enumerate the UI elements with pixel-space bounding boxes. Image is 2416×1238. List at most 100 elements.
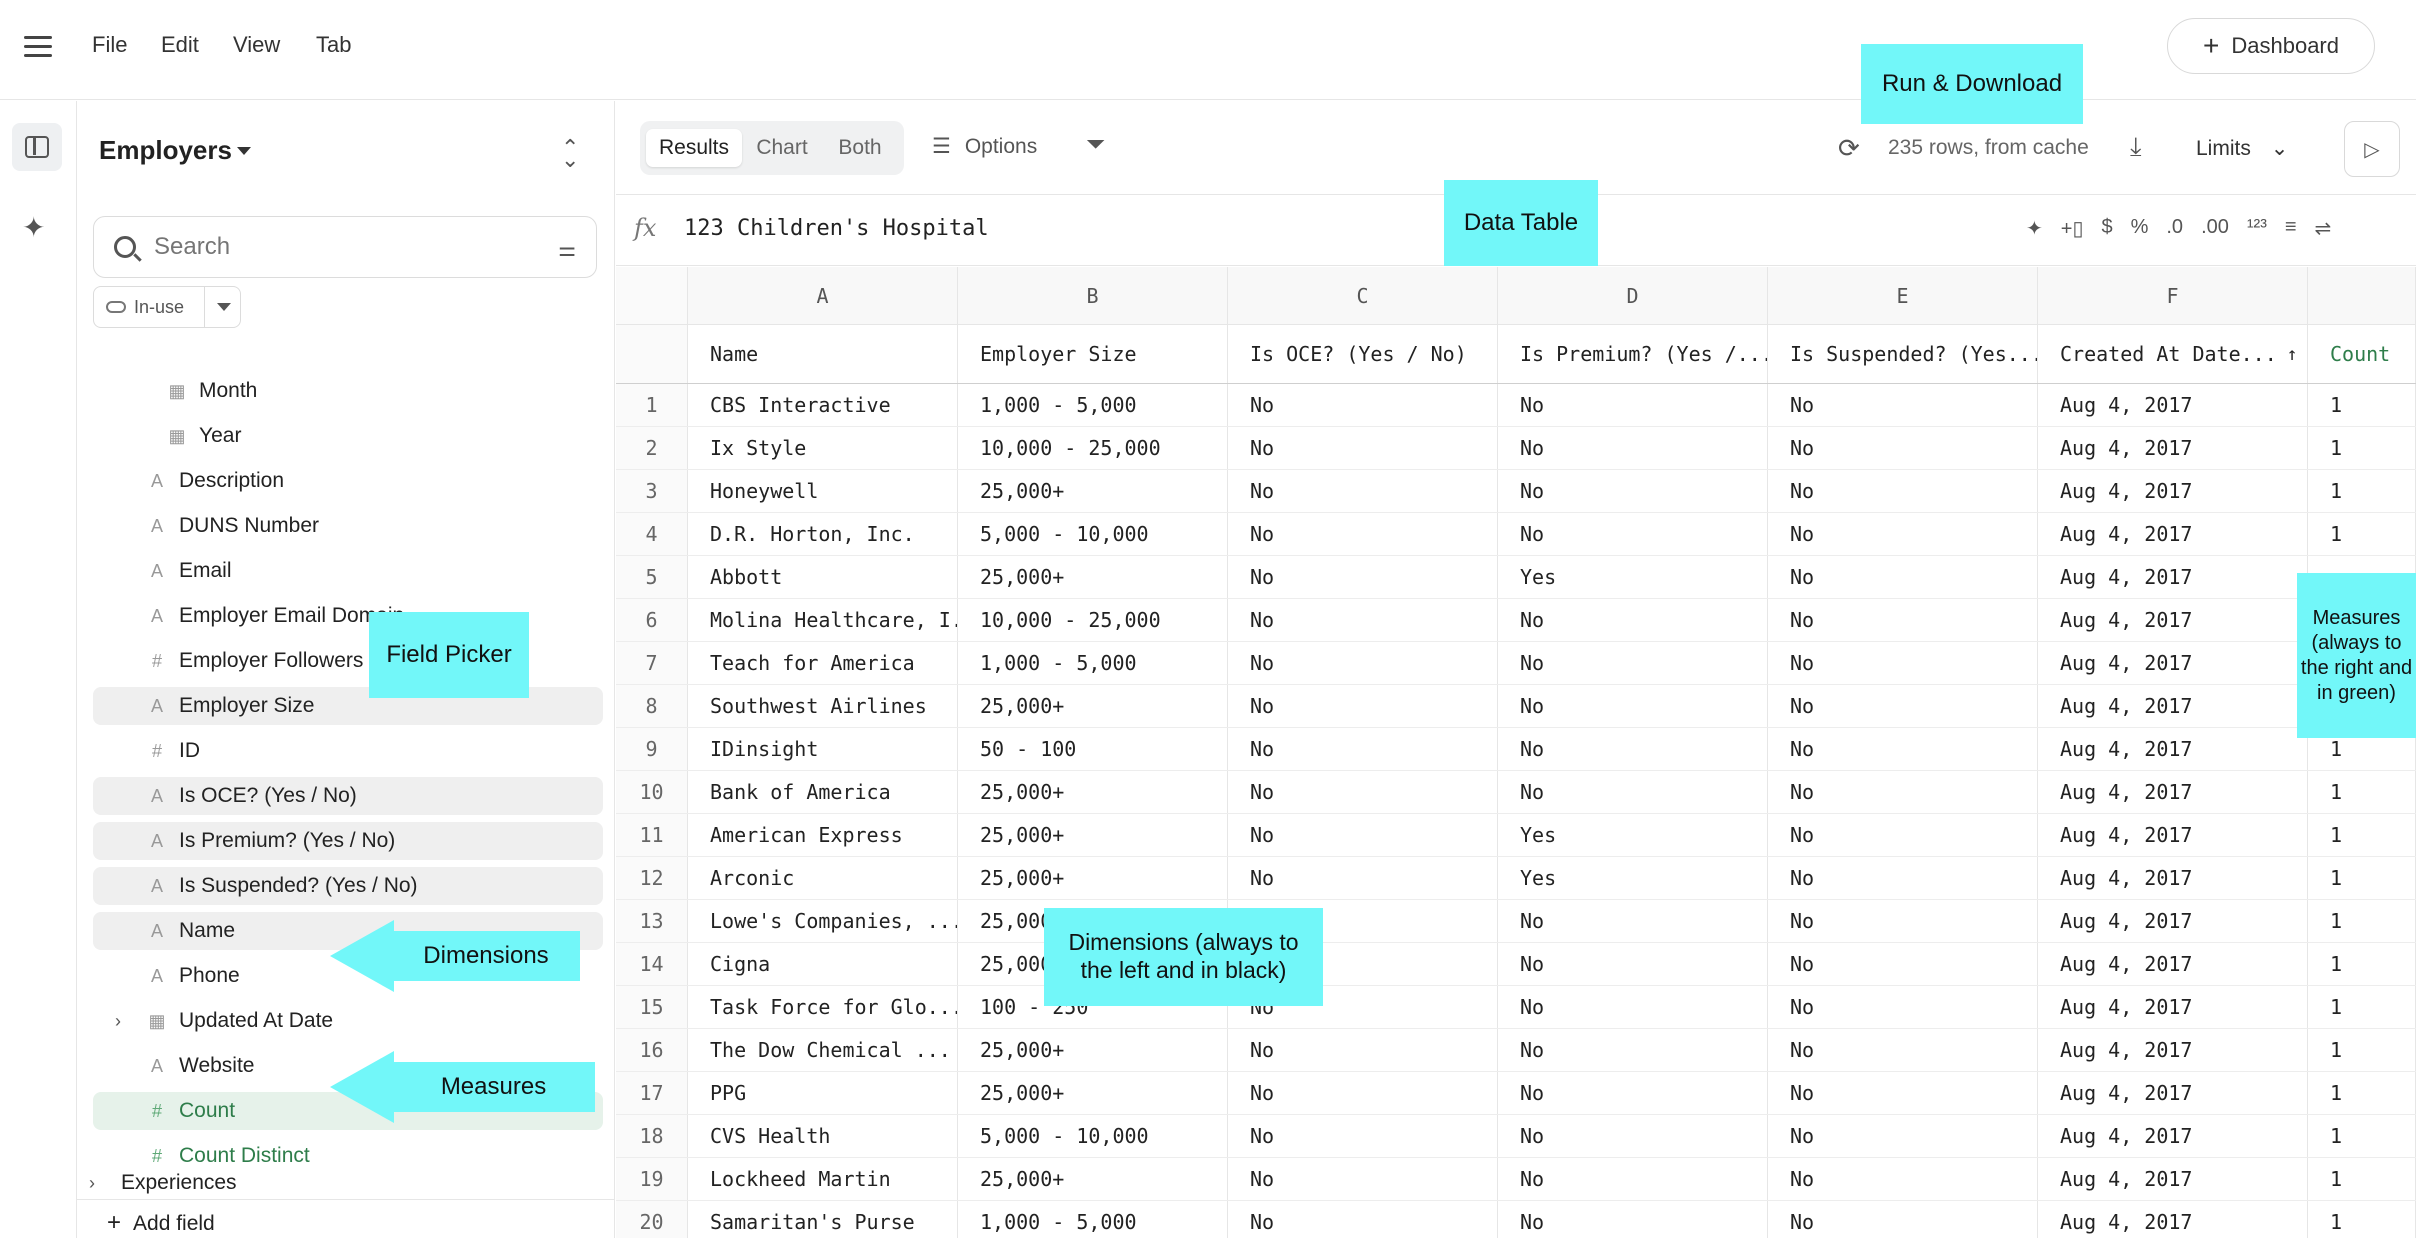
table-cell[interactable]: No: [1498, 384, 1768, 426]
table-cell[interactable]: 1,000 - 5,000: [958, 642, 1228, 684]
table-cell[interactable]: Aug 4, 2017: [2038, 900, 2308, 942]
table-cell[interactable]: No: [1498, 1158, 1768, 1200]
row-number[interactable]: 2: [616, 427, 688, 469]
table-cell[interactable]: 1: [2308, 814, 2416, 856]
table-cell[interactable]: No: [1498, 599, 1768, 641]
tab-chart[interactable]: Chart: [744, 129, 820, 167]
table-cell[interactable]: No: [1498, 1072, 1768, 1114]
column-letter[interactable]: F: [2038, 267, 2308, 324]
sort-ascending-icon[interactable]: ↑: [2287, 344, 2298, 365]
table-cell[interactable]: No: [1498, 986, 1768, 1028]
table-cell[interactable]: 1: [2308, 943, 2416, 985]
table-cell[interactable]: No: [1768, 814, 2038, 856]
table-cell[interactable]: Lockheed Martin: [688, 1158, 958, 1200]
search-input[interactable]: [152, 232, 532, 262]
field-item[interactable]: A DUNS Number: [93, 507, 603, 545]
filter-settings-icon[interactable]: ⚌: [558, 237, 576, 262]
table-cell[interactable]: No: [1228, 728, 1498, 770]
menu-view[interactable]: View: [233, 32, 280, 58]
table-cell[interactable]: Aug 4, 2017: [2038, 1115, 2308, 1157]
table-cell[interactable]: 1: [2308, 470, 2416, 512]
table-cell[interactable]: No: [1768, 599, 2038, 641]
table-cell[interactable]: 25,000+: [958, 685, 1228, 727]
field-item[interactable]: ▦ Month: [93, 372, 603, 410]
table-cell[interactable]: CVS Health: [688, 1115, 958, 1157]
column-header[interactable]: Count: [2308, 325, 2416, 383]
table-cell[interactable]: Cigna: [688, 943, 958, 985]
table-cell[interactable]: No: [1498, 685, 1768, 727]
row-number[interactable]: 17: [616, 1072, 688, 1114]
table-cell[interactable]: Aug 4, 2017: [2038, 513, 2308, 555]
table-cell[interactable]: 25,000+: [958, 470, 1228, 512]
limits-dropdown[interactable]: Limits ⌄: [2196, 136, 2288, 161]
row-number[interactable]: 4: [616, 513, 688, 555]
table-cell[interactable]: No: [1228, 814, 1498, 856]
field-item[interactable]: A Email: [93, 552, 603, 590]
table-cell[interactable]: No: [1228, 1072, 1498, 1114]
toggle-sidebar-button[interactable]: [12, 123, 62, 171]
column-letter[interactable]: D: [1498, 267, 1768, 324]
table-cell[interactable]: 1: [2308, 1158, 2416, 1200]
table-cell[interactable]: No: [1768, 1072, 2038, 1114]
table-cell[interactable]: Aug 4, 2017: [2038, 1158, 2308, 1200]
row-number[interactable]: 1: [616, 384, 688, 426]
menu-tab[interactable]: Tab: [316, 32, 351, 58]
menu-edit[interactable]: Edit: [161, 32, 199, 58]
column-header[interactable]: Is Premium? (Yes /...: [1498, 325, 1768, 383]
table-cell[interactable]: No: [1228, 1158, 1498, 1200]
table-cell[interactable]: No: [1768, 943, 2038, 985]
table-cell[interactable]: 1: [2308, 1201, 2416, 1238]
table-cell[interactable]: No: [1768, 1158, 2038, 1200]
menu-file[interactable]: File: [92, 32, 127, 58]
formula-value[interactable]: 123 Children's Hospital: [684, 216, 989, 241]
options-button[interactable]: ☰ Options: [932, 134, 1037, 159]
table-cell[interactable]: Aug 4, 2017: [2038, 986, 2308, 1028]
table-cell[interactable]: No: [1768, 685, 2038, 727]
table-cell[interactable]: 25,000+: [958, 556, 1228, 598]
table-cell[interactable]: No: [1768, 1201, 2038, 1238]
column-letter[interactable]: B: [958, 267, 1228, 324]
table-cell[interactable]: No: [1498, 1201, 1768, 1238]
column-header[interactable]: Created At Date... ↑: [2038, 325, 2308, 383]
table-cell[interactable]: No: [1768, 728, 2038, 770]
collapse-icon[interactable]: ⌃ ⌄: [561, 135, 579, 187]
explore-title[interactable]: Employers: [99, 135, 232, 166]
column-letter[interactable]: E: [1768, 267, 2038, 324]
table-cell[interactable]: Honeywell: [688, 470, 958, 512]
table-cell[interactable]: 10,000 - 25,000: [958, 599, 1228, 641]
table-cell[interactable]: No: [1498, 642, 1768, 684]
table-cell[interactable]: Bank of America: [688, 771, 958, 813]
field-item[interactable]: › ▦ Updated At Date: [93, 1002, 603, 1040]
row-number[interactable]: 13: [616, 900, 688, 942]
percent-icon[interactable]: %: [2131, 216, 2149, 241]
table-cell[interactable]: No: [1768, 642, 2038, 684]
table-cell[interactable]: No: [1228, 642, 1498, 684]
table-cell[interactable]: 25,000+: [958, 771, 1228, 813]
table-cell[interactable]: No: [1768, 986, 2038, 1028]
sparkles-icon[interactable]: ✦: [2026, 216, 2043, 241]
table-cell[interactable]: Lowe's Companies, ...: [688, 900, 958, 942]
table-cell[interactable]: No: [1228, 556, 1498, 598]
table-cell[interactable]: No: [1768, 384, 2038, 426]
table-cell[interactable]: No: [1768, 470, 2038, 512]
field-item[interactable]: A Is OCE? (Yes / No): [93, 777, 603, 815]
table-cell[interactable]: No: [1228, 685, 1498, 727]
table-cell[interactable]: 1,000 - 5,000: [958, 1201, 1228, 1238]
sparkles-icon[interactable]: ✦: [22, 211, 45, 244]
table-cell[interactable]: No: [1228, 1201, 1498, 1238]
refresh-cache-icon[interactable]: ⟳: [1838, 133, 1860, 164]
table-cell[interactable]: Aug 4, 2017: [2038, 642, 2308, 684]
field-item[interactable]: # ID: [93, 732, 603, 770]
table-cell[interactable]: 5,000 - 10,000: [958, 1115, 1228, 1157]
table-cell[interactable]: Yes: [1498, 814, 1768, 856]
table-cell[interactable]: 1,000 - 5,000: [958, 384, 1228, 426]
add-field-button[interactable]: + Add field: [107, 1209, 215, 1237]
table-cell[interactable]: Aug 4, 2017: [2038, 771, 2308, 813]
table-cell[interactable]: IDinsight: [688, 728, 958, 770]
table-cell[interactable]: Samaritan's Purse: [688, 1201, 958, 1238]
table-cell[interactable]: Arconic: [688, 857, 958, 899]
table-cell[interactable]: Aug 4, 2017: [2038, 1072, 2308, 1114]
increase-decimals-icon[interactable]: .00: [2201, 216, 2229, 241]
table-cell[interactable]: No: [1768, 1029, 2038, 1071]
chevron-down-icon[interactable]: [237, 147, 251, 155]
